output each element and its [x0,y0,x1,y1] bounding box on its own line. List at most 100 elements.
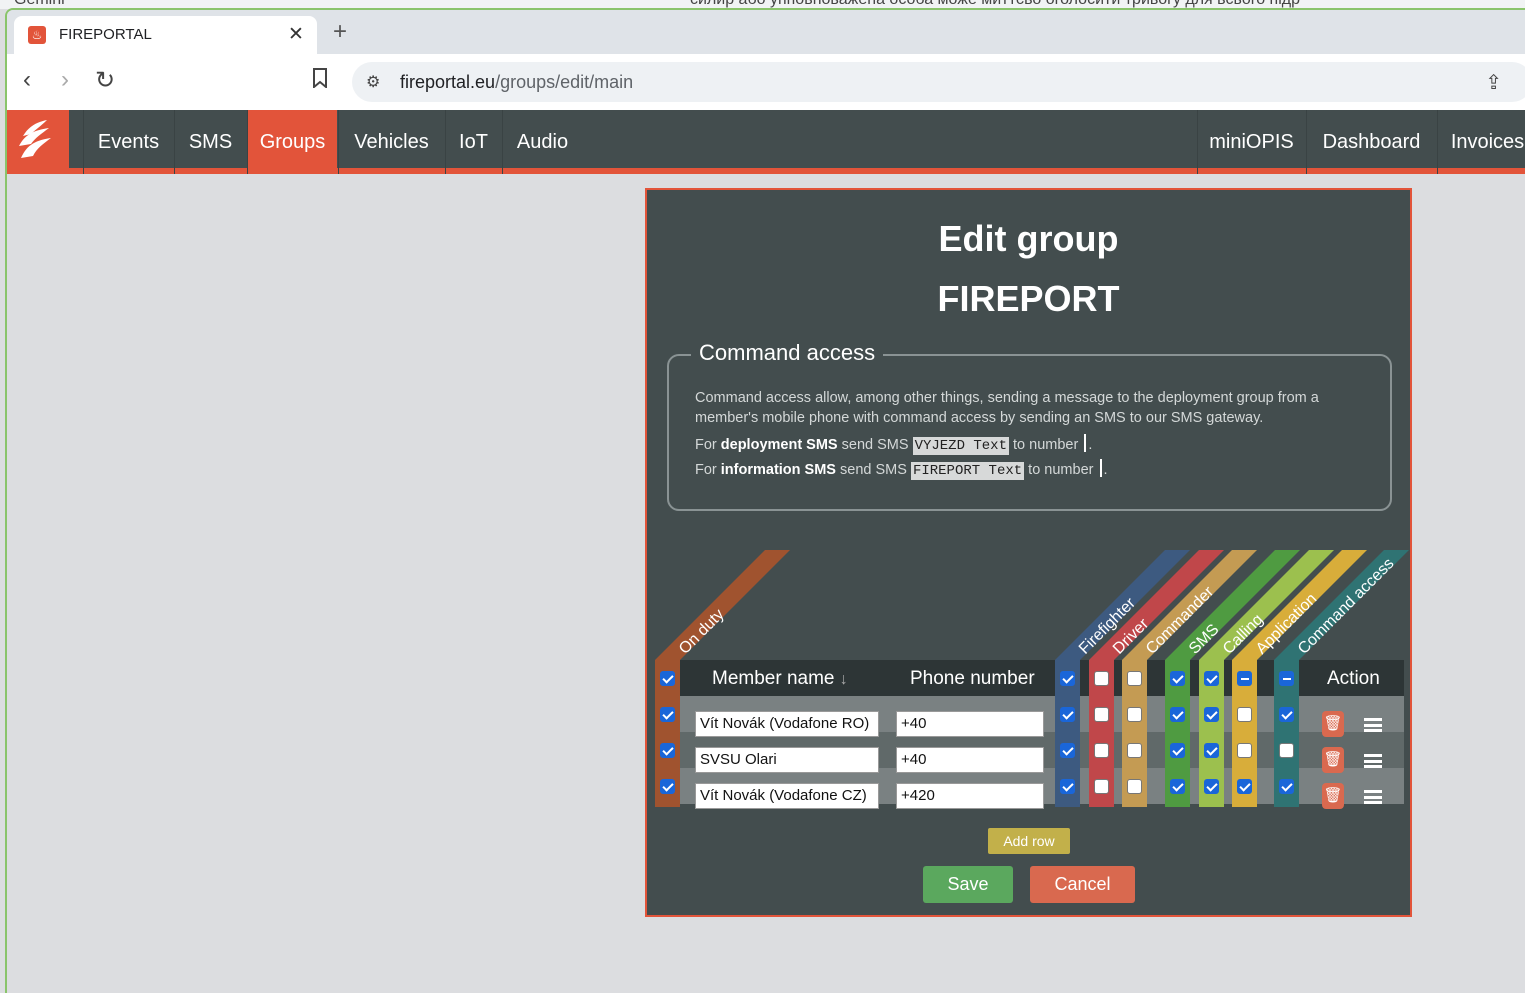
fireportal-logo[interactable] [7,110,69,174]
forward-icon[interactable]: › [61,66,69,94]
application-checkbox[interactable] [1237,779,1252,794]
line2-mid: send SMS [835,462,911,478]
url-domain: fireportal.eu [400,72,496,92]
member-name-input[interactable]: Vít Novák (Vodafone CZ) [695,783,879,809]
edit-group-card: Edit group FIREPORT Command access Comma… [645,188,1412,917]
command-access-checkbox[interactable] [1279,707,1294,722]
number-placeholder [1084,434,1087,452]
url-path: /groups/edit/main [495,72,634,92]
command-access-checkbox[interactable] [1279,779,1294,794]
nav-item-dashboard[interactable]: Dashboard [1306,110,1436,174]
tab-bar: ♨ FIREPORTAL ✕ + [7,10,1525,56]
drag-handle-icon[interactable] [1364,754,1382,768]
nav-item-audio[interactable]: Audio [502,110,582,174]
page-title: Edit group [938,218,1119,259]
url-text: fireportal.eu/groups/edit/main [400,72,633,93]
line1-mid: send SMS [837,437,913,453]
firefighter-checkbox[interactable] [1060,779,1075,794]
member-name-input[interactable]: Vít Novák (Vodafone RO) [695,711,879,737]
commander-checkbox[interactable] [1127,743,1142,758]
delete-row-icon[interactable]: 🗑 [1322,747,1344,773]
driver-checkbox[interactable] [1094,779,1109,794]
action-header: Action [1327,668,1380,689]
new-tab-icon[interactable]: + [333,18,347,46]
nav-item-events[interactable]: Events [83,110,173,174]
member-name-header-label: Member name [712,668,835,689]
delete-row-icon[interactable]: 🗑 [1322,783,1344,809]
phone-number-input[interactable]: +40 [896,747,1044,773]
information-sms-code: FIREPORT Text [910,462,1025,480]
application-header-checkbox[interactable] [1237,671,1252,686]
save-button[interactable]: Save [923,866,1013,903]
sms-checkbox[interactable] [1170,779,1185,794]
phone-number-input[interactable]: +420 [896,783,1044,809]
commander-checkbox[interactable] [1127,707,1142,722]
command-access-legend: Command access [691,340,884,366]
nav-item-groups[interactable]: Groups [247,110,337,174]
firefighter-checkbox[interactable] [1060,743,1075,758]
firefighter-header-checkbox[interactable] [1060,671,1075,686]
command-access-fieldset: Command access Command access allow, amo… [667,340,1392,511]
sms-header-checkbox[interactable] [1170,671,1185,686]
nav-item-vehicles[interactable]: Vehicles [338,110,444,174]
command-access-checkbox[interactable] [1279,743,1294,758]
deployment-sms-instruction: For deployment SMS send SMS VYJEZD Text … [695,434,1092,455]
command-access-header-checkbox[interactable] [1279,671,1294,686]
cancel-button[interactable]: Cancel [1030,866,1135,903]
number-placeholder [1099,459,1102,477]
bookmark-icon[interactable] [312,68,328,88]
calling-checkbox[interactable] [1204,743,1219,758]
on-duty-checkbox[interactable] [660,707,675,722]
member-name-input[interactable]: SVSU Olari [695,747,879,773]
line1-post: to number [1008,437,1083,453]
commander-checkbox[interactable] [1127,779,1142,794]
flame-logo-icon [19,120,51,158]
line1-pre: For [695,437,721,453]
drag-handle-icon[interactable] [1364,790,1382,804]
fireportal-favicon-icon: ♨ [28,26,46,44]
calling-checkbox[interactable] [1204,707,1219,722]
site-settings-icon[interactable]: ⚙ [366,72,380,92]
calling-checkbox[interactable] [1204,779,1219,794]
group-name-heading: FIREPORT [937,278,1120,319]
information-sms-instruction: For information SMS send SMS FIREPORT Te… [695,459,1108,480]
address-bar[interactable]: ⚙ fireportal.eu/groups/edit/main ⇪ [352,62,1525,102]
tab-title: FIREPORTAL [59,26,152,43]
line1-bold: deployment SMS [720,437,838,453]
line2-bold: information SMS [720,462,836,478]
add-row-button[interactable]: Add row [988,828,1070,854]
calling-header-checkbox[interactable] [1204,671,1219,686]
phone-number-header: Phone number [910,668,1035,689]
nav-item-sms[interactable]: SMS [174,110,246,174]
on-duty-checkbox[interactable] [660,743,675,758]
commander-header-checkbox[interactable] [1127,671,1142,686]
reload-icon[interactable]: ↻ [95,66,115,95]
delete-row-icon[interactable]: 🗑 [1322,711,1344,737]
main-navigation: Events SMS Groups Vehicles IoT Audio min… [7,110,1525,174]
driver-checkbox[interactable] [1094,743,1109,758]
on-duty-column-header: On duty [675,606,728,658]
nav-item-miniopis[interactable]: miniOPIS [1197,110,1305,174]
close-tab-icon[interactable]: ✕ [288,23,304,46]
nav-item-invoices[interactable]: Invoices [1437,110,1525,174]
browser-toolbar: ‹ › ↻ ⚙ fireportal.eu/groups/edit/main ⇪ [7,54,1525,110]
command-access-description: Command access allow, among other things… [695,390,1319,426]
application-checkbox[interactable] [1237,707,1252,722]
on-duty-checkbox[interactable] [660,779,675,794]
driver-header-checkbox[interactable] [1094,671,1109,686]
application-checkbox[interactable] [1237,743,1252,758]
on-duty-select-all-checkbox[interactable] [660,671,675,686]
sms-checkbox[interactable] [1170,743,1185,758]
back-icon[interactable]: ‹ [23,66,31,94]
firefighter-checkbox[interactable] [1060,707,1075,722]
nav-item-iot[interactable]: IoT [445,110,501,174]
sort-icon[interactable]: ↓ [840,671,848,688]
phone-number-input[interactable]: +40 [896,711,1044,737]
driver-checkbox[interactable] [1094,707,1109,722]
member-name-header[interactable]: Member name ↓ [712,668,848,690]
share-icon[interactable]: ⇪ [1485,70,1502,95]
sms-checkbox[interactable] [1170,707,1185,722]
drag-handle-icon[interactable] [1364,718,1382,732]
browser-tab[interactable]: ♨ FIREPORTAL ✕ [14,16,317,54]
line2-pre: For [695,462,721,478]
